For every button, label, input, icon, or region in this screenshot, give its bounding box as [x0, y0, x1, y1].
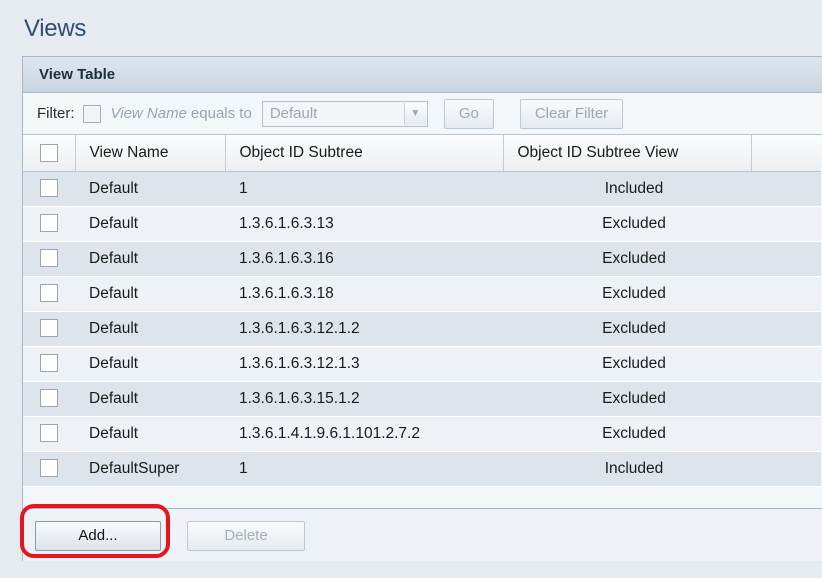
column-header-object-id-subtree-view[interactable]: Object ID Subtree View — [503, 135, 752, 172]
row-checkbox[interactable] — [40, 179, 58, 198]
table-row[interactable]: DefaultSuper 1 Included — [23, 451, 821, 487]
cell-object-id-subtree-view: Included — [503, 451, 751, 487]
cell-spacer — [751, 171, 821, 207]
column-header-object-id-subtree[interactable]: Object ID Subtree — [225, 135, 504, 172]
column-header-spacer — [751, 135, 821, 172]
row-select-cell — [23, 381, 75, 417]
cell-view-name: Default — [75, 416, 225, 452]
row-checkbox[interactable] — [40, 284, 58, 303]
table-row[interactable]: Default 1.3.6.1.6.3.12.1.2 Excluded — [23, 311, 821, 347]
table-row[interactable]: Default 1.3.6.1.4.1.9.6.1.101.2.7.2 Exclud… — [23, 416, 821, 452]
view-table: View Name Object ID Subtree Object ID Su… — [23, 135, 821, 487]
cell-object-id-subtree: 1.3.6.1.6.3.12.1.2 — [225, 311, 503, 347]
row-select-cell — [23, 346, 75, 382]
cell-object-id-subtree-view: Excluded — [503, 381, 751, 417]
clear-filter-button[interactable]: Clear Filter — [519, 98, 624, 129]
cell-view-name: DefaultSuper — [75, 451, 225, 487]
cell-view-name: Default — [75, 171, 225, 207]
row-select-cell — [23, 451, 75, 487]
row-select-cell — [23, 311, 75, 347]
table-row[interactable]: Default 1.3.6.1.6.3.16 Excluded — [23, 241, 821, 277]
cell-object-id-subtree-view: Excluded — [503, 206, 751, 242]
filter-bar: Filter: View Name equals to Default ▼ Go… — [23, 93, 822, 135]
cell-object-id-subtree: 1.3.6.1.4.1.9.6.1.101.2.7.2 — [225, 416, 503, 452]
cell-spacer — [751, 346, 821, 382]
row-checkbox[interactable] — [40, 354, 58, 373]
filter-value-text: Default — [269, 105, 318, 122]
cell-spacer — [751, 311, 821, 347]
cell-spacer — [751, 206, 821, 242]
select-all-header — [23, 135, 76, 172]
go-button[interactable]: Go — [443, 98, 494, 129]
cell-spacer — [751, 451, 821, 487]
row-checkbox[interactable] — [40, 459, 58, 478]
cell-object-id-subtree: 1.3.6.1.6.3.12.1.3 — [225, 346, 503, 382]
cell-object-id-subtree-view: Included — [503, 171, 751, 207]
row-select-cell — [23, 206, 75, 242]
cell-view-name: Default — [75, 276, 225, 312]
row-select-cell — [23, 416, 75, 452]
select-all-checkbox[interactable] — [39, 143, 58, 162]
cell-view-name: Default — [75, 206, 225, 242]
row-checkbox[interactable] — [40, 214, 58, 233]
row-select-cell — [23, 241, 75, 277]
cell-object-id-subtree: 1.3.6.1.6.3.16 — [225, 241, 503, 277]
cell-view-name: Default — [75, 311, 225, 347]
row-checkbox[interactable] — [40, 389, 58, 408]
filter-label: Filter: — [37, 105, 75, 122]
cell-object-id-subtree: 1.3.6.1.6.3.13 — [225, 206, 503, 242]
add-button[interactable]: Add... — [35, 521, 161, 551]
table-row[interactable]: Default 1.3.6.1.6.3.15.1.2 Excluded — [23, 381, 821, 417]
table-row[interactable]: Default 1.3.6.1.6.3.13 Excluded — [23, 206, 821, 242]
cell-object-id-subtree: 1.3.6.1.6.3.15.1.2 — [225, 381, 503, 417]
cell-object-id-subtree-view: Excluded — [503, 241, 751, 277]
filter-checkbox[interactable] — [82, 104, 101, 123]
panel-title: View Table — [23, 57, 822, 93]
cell-view-name: Default — [75, 241, 225, 277]
column-header-view-name[interactable]: View Name — [75, 135, 226, 172]
cell-object-id-subtree: 1.3.6.1.6.3.18 — [225, 276, 503, 312]
table-row[interactable]: Default 1.3.6.1.6.3.12.1.3 Excluded — [23, 346, 821, 382]
filter-value-select[interactable]: Default ▼ — [261, 100, 428, 127]
row-checkbox[interactable] — [40, 249, 58, 268]
view-table-panel: View Table Filter: View Name equals to D… — [22, 56, 822, 561]
row-checkbox[interactable] — [40, 424, 58, 443]
cell-object-id-subtree-view: Excluded — [503, 346, 751, 382]
table-row[interactable]: Default 1 Included — [23, 171, 821, 207]
cell-object-id-subtree: 1 — [225, 451, 503, 487]
cell-view-name: Default — [75, 346, 225, 382]
row-select-cell — [23, 276, 75, 312]
cell-view-name: Default — [75, 381, 225, 417]
cell-object-id-subtree-view: Excluded — [503, 276, 751, 312]
cell-object-id-subtree-view: Excluded — [503, 311, 751, 347]
table-row[interactable]: Default 1.3.6.1.6.3.18 Excluded — [23, 276, 821, 312]
cell-spacer — [751, 241, 821, 277]
filter-field-label: View Name — [110, 105, 187, 122]
cell-spacer — [751, 381, 821, 417]
row-select-cell — [23, 171, 75, 207]
table-footer: Add... Delete — [23, 508, 822, 561]
table-header-row: View Name Object ID Subtree Object ID Su… — [23, 135, 821, 172]
filter-operator-label: equals to — [190, 105, 252, 122]
cell-spacer — [751, 276, 821, 312]
delete-button[interactable]: Delete — [187, 521, 305, 551]
page-title: Views — [24, 15, 87, 42]
cell-object-id-subtree-view: Excluded — [503, 416, 751, 452]
cell-spacer — [751, 416, 821, 452]
row-checkbox[interactable] — [40, 319, 58, 338]
cell-object-id-subtree: 1 — [225, 171, 503, 207]
chevron-down-icon[interactable]: ▼ — [403, 102, 426, 125]
